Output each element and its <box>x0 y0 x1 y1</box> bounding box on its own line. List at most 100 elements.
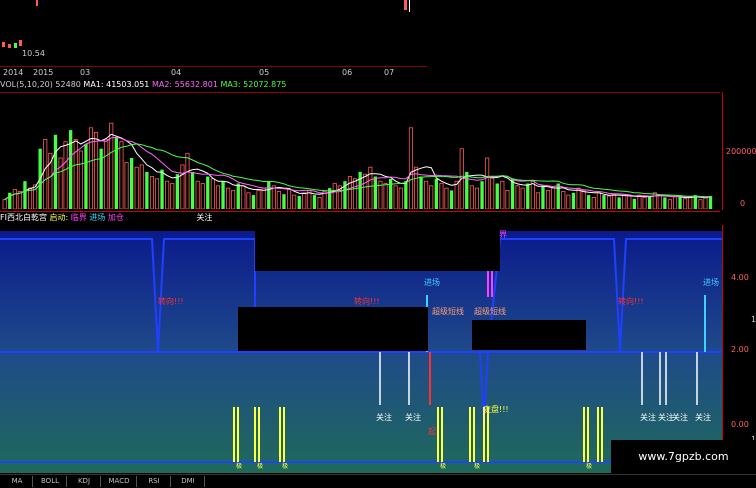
annotation-guanzhu: 关注 <box>405 413 421 422</box>
volume-bar <box>688 197 693 210</box>
indicator-axis-edge: 1 <box>751 315 756 324</box>
volume-bar <box>352 178 358 210</box>
annotation-zhuanxiang: 转向!!! <box>158 297 184 306</box>
annotation-bianpan: 变盘!!! <box>483 405 509 414</box>
price-candle <box>404 0 407 10</box>
price-low-label: 10.54 <box>22 49 45 58</box>
volume-bar <box>632 198 636 209</box>
volume-bar <box>109 122 114 210</box>
volume-bar <box>154 178 160 210</box>
occlusion-box <box>238 307 428 351</box>
volume-bar <box>530 180 535 210</box>
volume-bar <box>134 166 139 210</box>
volume-bar <box>286 189 292 210</box>
volume-bar <box>267 181 271 209</box>
volume-bar <box>69 130 73 209</box>
volume-bar <box>88 127 94 210</box>
volume-bar <box>434 178 438 209</box>
volume-bar <box>231 190 236 210</box>
annotation-ji: 极 <box>440 463 447 470</box>
price-candle <box>19 40 22 46</box>
volume-bar <box>596 192 601 210</box>
volume-bar <box>236 183 240 209</box>
volume-bar <box>566 194 571 210</box>
volume-bar <box>648 196 652 209</box>
volume-bar <box>78 150 83 210</box>
volume-bar <box>302 192 307 210</box>
volume-bar <box>526 183 530 209</box>
volume-bar <box>637 194 642 210</box>
date-axis: 2014 2015 03 04 05 06 07 <box>0 66 427 79</box>
volume-chart-svg <box>2 122 713 210</box>
date-tick: 06 <box>342 68 353 77</box>
price-candle <box>409 0 410 12</box>
annotation-guanzhu: 关注 <box>640 413 656 422</box>
volume-bar <box>27 187 33 210</box>
date-tick: 07 <box>384 68 395 77</box>
volume-bar <box>444 187 449 210</box>
volume-bar <box>373 176 377 209</box>
price-candle <box>36 0 38 6</box>
volume-bar <box>271 185 276 210</box>
annotation-guanzhu: 关注 <box>672 413 688 422</box>
volume-bar <box>551 187 556 210</box>
volume-bar <box>63 141 68 210</box>
tab-rsi[interactable]: RSI <box>138 476 171 487</box>
indicator-axis: 4.00 2.00 0.00 1 1 <box>722 225 756 473</box>
volume-bar <box>424 180 429 210</box>
volume-bar <box>256 190 261 210</box>
volume-bar <box>200 183 205 210</box>
volume-bar <box>622 194 627 210</box>
volume-bar <box>2 199 7 210</box>
volume-bar <box>210 178 215 210</box>
volume-bar <box>292 194 297 210</box>
volume-bar <box>195 180 200 210</box>
volume-bar <box>571 192 576 209</box>
volume-bar <box>667 199 672 210</box>
date-tick: 2015 <box>33 68 54 77</box>
volume-bar <box>12 189 17 210</box>
volume-bar <box>185 152 190 210</box>
indicator-name: FI西北白乾宫 <box>0 213 47 222</box>
volume-bar <box>73 139 78 210</box>
volume-bar <box>652 192 657 210</box>
indicator-tabs: MA BOLL KDJ MACD RSI DMI <box>0 474 756 488</box>
volume-bar <box>439 183 444 210</box>
volume-bar <box>520 187 525 210</box>
volume-bar <box>500 180 505 210</box>
volume-bar <box>404 181 408 209</box>
volume-bar <box>317 197 322 210</box>
volume-bar <box>454 180 459 210</box>
tab-dmi[interactable]: DMI <box>172 476 205 487</box>
volume-bar <box>480 181 484 209</box>
tab-kdj[interactable]: KDJ <box>68 476 101 487</box>
volume-bar <box>124 162 129 210</box>
label-guanzhu: 关注 <box>196 213 213 222</box>
site-watermark: www.7gpzb.com <box>611 440 756 474</box>
volume-bar <box>703 197 708 210</box>
price-candle <box>2 42 5 47</box>
indicator-chart: 转向!!! 转向!!! 转向!!! 进场 进场 界 超级短线 超级短线 变盘!!… <box>0 225 722 473</box>
volume-bar <box>546 190 551 210</box>
volume-chart <box>0 92 720 212</box>
volume-bar <box>104 139 109 210</box>
tab-macd[interactable]: MACD <box>102 476 137 487</box>
volume-bar <box>627 195 632 210</box>
volume-bar <box>17 191 22 210</box>
volume-bar <box>328 188 332 209</box>
volume-bar <box>389 178 393 209</box>
volume-bar <box>607 195 612 210</box>
volume-bar <box>510 178 515 209</box>
volume-bar <box>282 194 286 209</box>
indicator-axis-label: 0.00 <box>731 420 749 429</box>
tab-ma[interactable]: MA <box>2 476 33 487</box>
label-qidong: 启动: <box>49 213 69 222</box>
volume-bar <box>673 196 678 210</box>
price-candle <box>14 43 17 48</box>
ma3-label: MA3: 52072.875 <box>220 80 287 89</box>
tab-boll[interactable]: BOLL <box>34 476 67 487</box>
annotation-jinchang: 进场 <box>424 278 440 287</box>
volume-bar <box>556 183 560 209</box>
volume-bar <box>347 176 352 210</box>
annotation-jinchang: 进场 <box>703 278 719 287</box>
